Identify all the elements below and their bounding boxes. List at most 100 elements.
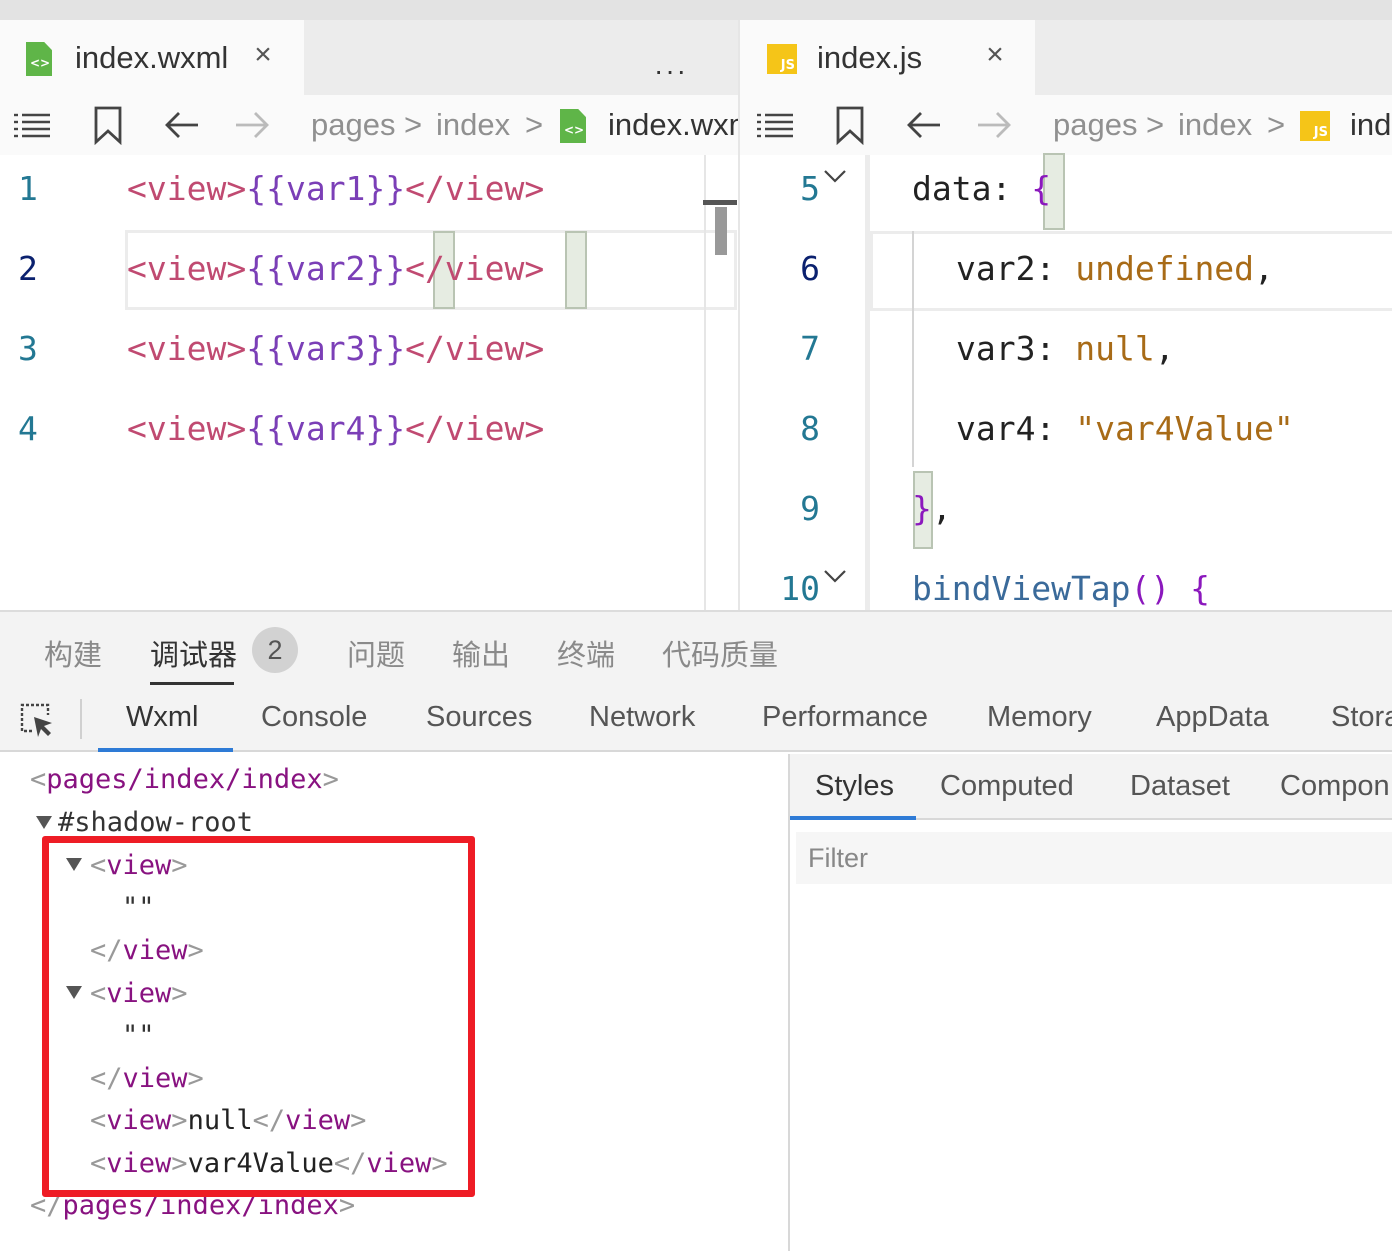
line-number: 4	[18, 409, 38, 448]
filter-box	[796, 832, 1392, 884]
devtools-tab-bar: Wxml Console Sources Network Performance…	[0, 687, 1392, 752]
code-line: <view>{{var2}}</view>	[127, 249, 545, 288]
tab-index-js[interactable]: JS index.js ×	[740, 20, 1035, 95]
tab-file-name: index.js	[817, 40, 923, 75]
line-number: 8	[800, 409, 820, 448]
wxml-editor-pane: <> index.wxml × ··· pages > index > <> i…	[0, 20, 738, 610]
js-editor-pane: JS index.js × pages > index > JS ind 5 d…	[740, 20, 1392, 610]
tab-problems[interactable]: 问题	[347, 632, 405, 674]
bracket-match-highlight	[565, 231, 587, 309]
breadcrumb-segment-pages[interactable]: pages	[1053, 105, 1137, 145]
code-line: <view>{{var4}}</view>	[127, 409, 545, 448]
code-line: <view>{{var3}}</view>	[127, 329, 545, 368]
tree-node-shadow-root[interactable]: #shadow-root	[58, 807, 253, 838]
wxml-code-area[interactable]: 1 <view>{{var1}}</view> 2 <view>{{var2}}…	[0, 155, 738, 610]
tab-code-quality[interactable]: 代码质量	[662, 632, 778, 674]
active-tab-underline	[98, 748, 233, 752]
fold-chevron-icon[interactable]	[822, 163, 848, 189]
line-number: 6	[800, 249, 820, 288]
tree-node-root-open[interactable]: <pages/index/index>	[30, 764, 339, 795]
breadcrumb-file[interactable]: ind	[1350, 105, 1391, 145]
tab-storage[interactable]: Stora	[1331, 701, 1392, 734]
tab-file-name: index.wxml	[75, 40, 229, 75]
tab-console[interactable]: Console	[261, 701, 367, 734]
line-number: 5	[800, 169, 820, 208]
active-tab-underline	[790, 816, 916, 820]
breadcrumb-file[interactable]: index.wxml	[608, 105, 738, 145]
breadcrumb-segment-index[interactable]: index	[1178, 105, 1252, 145]
back-arrow-icon[interactable]	[904, 105, 944, 145]
tab-terminal[interactable]: 终端	[557, 632, 615, 674]
breadcrumb-segment-pages[interactable]: pages	[311, 105, 395, 145]
scrollbar-thumb[interactable]	[715, 207, 727, 255]
breadcrumb-separator: >	[1267, 107, 1286, 142]
tab-network[interactable]: Network	[589, 701, 695, 734]
tab-component[interactable]: Compon	[1280, 770, 1390, 803]
expand-triangle-icon[interactable]	[36, 816, 52, 829]
line-number: 1	[18, 169, 38, 208]
fold-chevron-icon[interactable]	[822, 563, 848, 589]
tab-computed[interactable]: Computed	[940, 770, 1074, 803]
code-line: bindViewTap() {	[912, 569, 1211, 608]
bookmark-icon[interactable]	[830, 105, 870, 145]
code-line: var2: undefined,	[956, 249, 1274, 288]
editor-tab-bar: <> index.wxml × ···	[0, 20, 738, 95]
js-code-area[interactable]: 5 data: { 6 var2: undefined, 7 var3: nul…	[740, 153, 1392, 610]
active-tab-underline	[150, 682, 234, 685]
filter-input[interactable]	[808, 840, 1368, 876]
gutter-divider	[865, 155, 870, 610]
tab-appdata[interactable]: AppData	[1156, 701, 1269, 734]
editor-tab-bar: JS index.js ×	[740, 20, 1392, 95]
code-line: <view>{{var1}}</view>	[127, 169, 545, 208]
more-actions-icon[interactable]: ···	[654, 55, 688, 87]
minimap-cursor	[703, 200, 737, 205]
line-number: 2	[18, 249, 38, 288]
tab-build[interactable]: 构建	[44, 632, 102, 674]
tab-wxml[interactable]: Wxml	[126, 701, 198, 734]
breadcrumb-segment-index[interactable]: index	[436, 105, 510, 145]
line-number: 3	[18, 329, 38, 368]
outline-list-icon[interactable]	[12, 105, 52, 145]
code-line: },	[912, 489, 952, 528]
red-annotation-box	[42, 836, 475, 1197]
back-arrow-icon[interactable]	[162, 105, 202, 145]
tab-performance[interactable]: Performance	[762, 701, 928, 734]
line-number: 7	[800, 329, 820, 368]
tab-styles[interactable]: Styles	[815, 770, 894, 803]
code-line: var4: "var4Value"	[956, 409, 1294, 448]
code-line: data: {	[912, 169, 1052, 208]
forward-arrow-icon[interactable]	[974, 105, 1014, 145]
wxml-file-icon: <>	[26, 42, 52, 76]
outline-list-icon[interactable]	[755, 105, 795, 145]
bookmark-icon[interactable]	[88, 105, 128, 145]
tab-memory[interactable]: Memory	[987, 701, 1092, 734]
line-number: 10	[780, 569, 820, 608]
tab-index-wxml[interactable]: <> index.wxml ×	[0, 20, 304, 95]
panel-tab-bar: 构建 调试器 2 问题 输出 终端 代码质量	[0, 612, 1392, 687]
breadcrumb-separator: >	[1146, 107, 1165, 142]
indent-guide	[912, 231, 914, 467]
line-number: 9	[800, 489, 820, 528]
tab-sources[interactable]: Sources	[426, 701, 532, 734]
js-file-icon: JS	[767, 44, 797, 74]
tab-dataset[interactable]: Dataset	[1130, 770, 1230, 803]
wxml-file-icon: <>	[560, 109, 586, 143]
breadcrumb-separator: >	[525, 107, 544, 142]
styles-tab-bar: Styles Computed Dataset Compon	[790, 754, 1392, 820]
styles-pane: Styles Computed Dataset Compon	[790, 754, 1392, 1251]
debugger-count-badge: 2	[252, 627, 298, 673]
window-top-strip	[0, 0, 1392, 20]
scrollbar-track	[704, 155, 706, 610]
breadcrumb-separator: >	[404, 107, 423, 142]
tab-output[interactable]: 输出	[452, 632, 510, 674]
inspect-element-icon[interactable]	[18, 701, 56, 739]
code-line: var3: null,	[956, 329, 1175, 368]
close-icon[interactable]: ×	[978, 38, 1012, 72]
js-file-icon: JS	[1300, 111, 1330, 141]
close-icon[interactable]: ×	[246, 38, 280, 72]
breadcrumb: pages > index > <> index.wxml	[0, 95, 738, 155]
toolbar-separator	[80, 699, 82, 739]
forward-arrow-icon[interactable]	[232, 105, 272, 145]
tab-debugger[interactable]: 调试器	[150, 632, 237, 674]
breadcrumb: pages > index > JS ind	[740, 95, 1392, 155]
